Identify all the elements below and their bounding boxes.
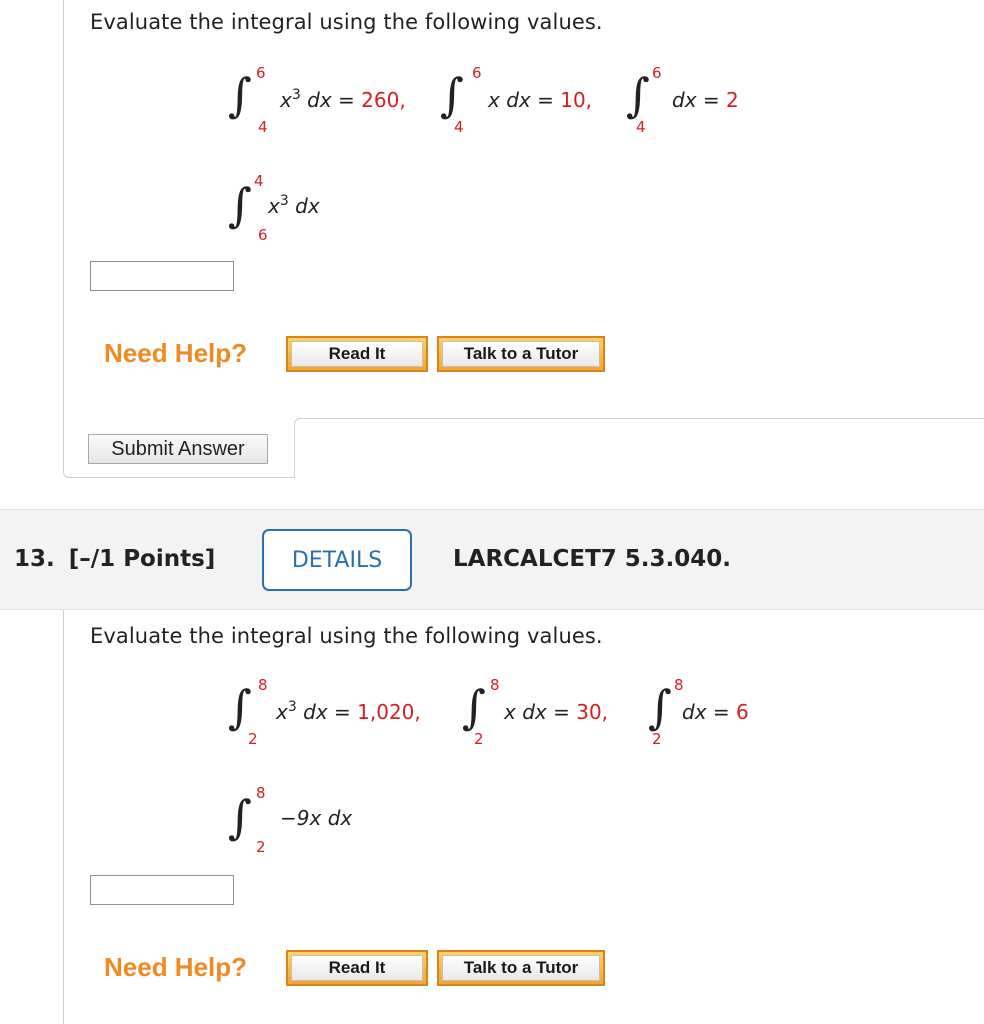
differential: dx <box>682 700 707 724</box>
integral-sign-icon: ∫ <box>648 680 672 734</box>
question-reference: LARCALCET7 5.3.040. <box>453 546 732 572</box>
upper-limit: 6 <box>652 64 662 82</box>
given-value: 10, <box>560 88 593 112</box>
given-value: 2 <box>726 88 739 112</box>
differential: dx <box>295 194 320 218</box>
exponent: 3 <box>291 87 301 103</box>
lower-limit: 2 <box>474 730 484 748</box>
answer-input[interactable] <box>90 875 234 905</box>
question-12-given-values: ∫ 6 4 x3 dx = 260, ∫ 6 4 x dx = 10, ∫ 6 … <box>228 64 768 144</box>
question-13-prompt: Evaluate the integral using the followin… <box>90 624 603 648</box>
given-value: 260, <box>361 88 406 112</box>
integrand: x <box>488 88 500 112</box>
integral-sign-icon: ∫ <box>228 178 252 232</box>
integral-sign-icon: ∫ <box>440 68 464 122</box>
lower-limit: 4 <box>454 118 464 136</box>
read-it-label: Read It <box>291 955 423 981</box>
submit-answer-button[interactable]: Submit Answer <box>88 434 268 464</box>
question-13-card-border <box>63 610 64 1024</box>
lower-limit: 4 <box>636 118 646 136</box>
read-it-button[interactable]: Read It <box>286 950 428 986</box>
question-12-prompt: Evaluate the integral using the followin… <box>90 10 603 34</box>
differential: dx <box>327 806 353 830</box>
equals-sign: = <box>338 88 355 112</box>
integral-sign-icon: ∫ <box>228 68 252 122</box>
integrand: x <box>268 194 280 218</box>
given-value: 6 <box>736 700 749 724</box>
differential: dx <box>303 700 328 724</box>
lower-limit: 6 <box>258 226 268 244</box>
question-number: 13. [–/1 Points] <box>14 546 215 572</box>
exponent: 3 <box>287 699 297 715</box>
integral-sign-icon: ∫ <box>228 680 252 734</box>
read-it-label: Read It <box>291 341 423 367</box>
given-value: 30, <box>576 700 609 724</box>
differential: dx <box>506 88 531 112</box>
integrand: −9x <box>280 806 322 830</box>
lower-limit: 2 <box>256 838 266 856</box>
integrand: x <box>280 88 292 112</box>
upper-limit: 4 <box>254 172 264 190</box>
need-help-label: Need Help? <box>104 338 248 368</box>
equals-sign: = <box>553 700 570 724</box>
lower-limit: 4 <box>258 118 268 136</box>
equals-sign: = <box>334 700 351 724</box>
lower-limit: 2 <box>652 730 662 748</box>
upper-limit: 8 <box>258 676 268 694</box>
differential: dx <box>522 700 547 724</box>
question-points: [–/1 Points] <box>68 546 216 572</box>
read-it-button[interactable]: Read It <box>286 336 428 372</box>
question-number-label: 13. <box>14 546 55 572</box>
talk-to-tutor-button[interactable]: Talk to a Tutor <box>437 336 605 372</box>
given-value: 1,020, <box>357 700 421 724</box>
details-button[interactable]: DETAILS <box>262 529 412 591</box>
upper-limit: 8 <box>256 784 266 802</box>
integral-sign-icon: ∫ <box>228 790 252 844</box>
need-help-label: Need Help? <box>104 952 248 982</box>
exponent: 3 <box>279 193 289 209</box>
upper-limit: 6 <box>256 64 266 82</box>
equals-sign: = <box>537 88 554 112</box>
integrand: x <box>276 700 288 724</box>
differential: dx <box>672 88 697 112</box>
equals-sign: = <box>712 700 730 724</box>
integral-sign-icon: ∫ <box>626 68 650 122</box>
question-12-card-divider <box>294 418 984 478</box>
integral-sign-icon: ∫ <box>462 680 486 734</box>
question-12-target-integral: ∫ 4 6 x3 dx <box>228 172 428 248</box>
answer-input[interactable] <box>90 261 234 291</box>
talk-to-tutor-label: Talk to a Tutor <box>442 341 600 367</box>
upper-limit: 8 <box>490 676 500 694</box>
upper-limit: 8 <box>674 676 684 694</box>
lower-limit: 2 <box>248 730 258 748</box>
integrand: x <box>504 700 516 724</box>
upper-limit: 6 <box>472 64 482 82</box>
talk-to-tutor-label: Talk to a Tutor <box>442 955 600 981</box>
differential: dx <box>307 88 332 112</box>
talk-to-tutor-button[interactable]: Talk to a Tutor <box>437 950 605 986</box>
question-13-given-values: ∫ 8 2 x3 dx = 1,020, ∫ 8 2 x dx = 30, ∫ … <box>228 676 788 756</box>
question-13-target-integral: ∫ 8 2 −9x dx <box>228 784 448 860</box>
equals-sign: = <box>702 88 720 112</box>
